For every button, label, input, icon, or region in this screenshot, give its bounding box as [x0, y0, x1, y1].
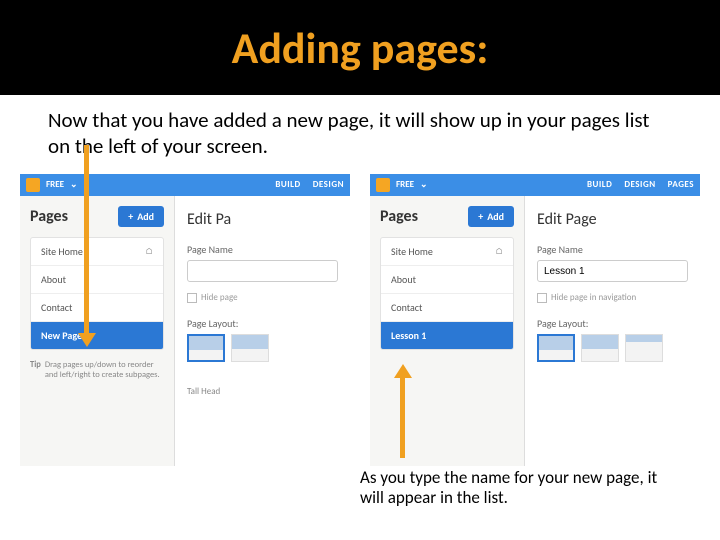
- list-item[interactable]: About: [31, 266, 163, 294]
- pages-list: Site Home ⌂ About Contact Lesson 1: [380, 237, 514, 350]
- list-item[interactable]: Site Home ⌂: [31, 238, 163, 266]
- list-item[interactable]: Contact: [31, 294, 163, 322]
- chevron-down-icon: ⌄: [420, 179, 428, 190]
- tall-head-label: Tall Head: [187, 386, 338, 397]
- layout-option[interactable]: [187, 334, 225, 362]
- app-topbar: FREE ⌄ BUILD DESIGN PAGES: [370, 174, 700, 196]
- home-icon: ⌂: [145, 246, 153, 257]
- layout-option[interactable]: [625, 334, 663, 362]
- pages-list: Site Home ⌂ About Contact New Page: [30, 237, 164, 350]
- screenshot-left: FREE ⌄ BUILD DESIGN Pages + Add: [20, 174, 350, 466]
- page-name-input[interactable]: [537, 260, 688, 282]
- layout-options: [187, 334, 338, 362]
- edit-title: Edit Page: [537, 210, 688, 229]
- home-icon: ⌂: [495, 246, 503, 257]
- plus-icon: +: [128, 210, 133, 223]
- free-label: FREE: [396, 179, 414, 190]
- hide-page-checkbox[interactable]: Hide page in navigation: [537, 292, 688, 303]
- list-item-selected[interactable]: Lesson 1: [381, 322, 513, 349]
- plus-icon: +: [478, 210, 483, 223]
- pages-sidebar: Pages + Add Site Home ⌂ About Contact Le…: [370, 196, 525, 466]
- tab-pages[interactable]: PAGES: [668, 179, 694, 190]
- nav-tabs: BUILD DESIGN PAGES: [577, 179, 694, 190]
- free-label: FREE: [46, 179, 64, 190]
- add-button[interactable]: + Add: [118, 206, 164, 227]
- checkbox-icon: [187, 293, 197, 303]
- intro-text: Now that you have added a new page, it w…: [0, 95, 720, 168]
- list-item-selected[interactable]: New Page: [31, 322, 163, 349]
- list-item[interactable]: Contact: [381, 294, 513, 322]
- tab-design[interactable]: DESIGN: [313, 179, 344, 190]
- hide-page-checkbox[interactable]: Hide page: [187, 292, 338, 303]
- pages-heading: Pages: [30, 207, 68, 226]
- edit-title: Edit Pa: [187, 210, 338, 229]
- arrow-up-icon: [400, 376, 405, 458]
- nav-tabs: BUILD DESIGN: [265, 179, 344, 190]
- page-name-label: Page Name: [187, 243, 338, 256]
- caption-text: As you type the name for your new page, …: [360, 468, 680, 509]
- pages-sidebar: Pages + Add Site Home ⌂ About Contact Ne…: [20, 196, 175, 466]
- layout-option[interactable]: [581, 334, 619, 362]
- screenshot-row: FREE ⌄ BUILD DESIGN Pages + Add: [0, 168, 720, 466]
- list-item[interactable]: About: [381, 266, 513, 294]
- app-topbar: FREE ⌄ BUILD DESIGN: [20, 174, 350, 196]
- edit-panel: Edit Pa Page Name Hide page Page Layout:…: [175, 196, 350, 466]
- add-button[interactable]: + Add: [468, 206, 514, 227]
- layout-options: [537, 334, 688, 362]
- weebly-logo-icon: [26, 178, 40, 192]
- slide-title: Adding pages:: [232, 21, 489, 75]
- add-label: Add: [487, 210, 504, 223]
- weebly-logo-icon: [376, 178, 390, 192]
- checkbox-icon: [537, 293, 547, 303]
- tab-design[interactable]: DESIGN: [624, 179, 655, 190]
- pages-heading: Pages: [380, 207, 418, 226]
- edit-panel: Edit Page Page Name Hide page in navigat…: [525, 196, 700, 466]
- tab-build[interactable]: BUILD: [275, 179, 300, 190]
- tip-text: Tip Drag pages up/down to reorder and le…: [30, 360, 164, 380]
- arrow-down-icon: [84, 145, 89, 335]
- layout-label: Page Layout:: [537, 317, 688, 330]
- tab-build[interactable]: BUILD: [587, 179, 612, 190]
- title-bar: Adding pages:: [0, 0, 720, 95]
- page-name-input[interactable]: [187, 260, 338, 282]
- add-label: Add: [137, 210, 154, 223]
- page-name-label: Page Name: [537, 243, 688, 256]
- layout-option[interactable]: [537, 334, 575, 362]
- screenshot-right: FREE ⌄ BUILD DESIGN PAGES Pages + Add: [370, 174, 700, 466]
- layout-label: Page Layout:: [187, 317, 338, 330]
- list-item[interactable]: Site Home ⌂: [381, 238, 513, 266]
- layout-option[interactable]: [231, 334, 269, 362]
- chevron-down-icon: ⌄: [70, 179, 78, 190]
